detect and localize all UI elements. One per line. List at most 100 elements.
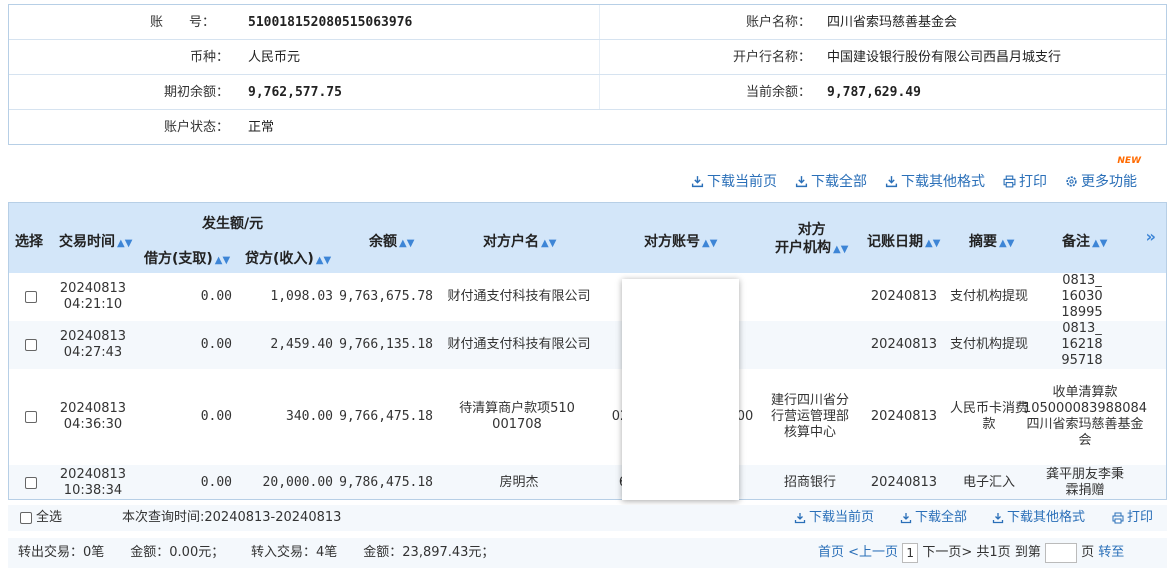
select-all-checkbox[interactable]: 全选 — [20, 505, 62, 531]
header-credit[interactable]: 贷方(收入) ▲▼ — [245, 248, 331, 268]
download-icon — [885, 175, 898, 187]
row-summary: 人民币卡消费款 — [949, 401, 1028, 432]
row-party-name: 房明杰 — [499, 475, 539, 490]
opening-balance-value: 9,762,577.75 — [248, 85, 342, 100]
row-date-text: 20240813 — [59, 329, 127, 344]
header-balance[interactable]: 余额 ▲▼ — [369, 231, 414, 251]
row-checkbox[interactable] — [19, 465, 43, 499]
footer-download-page-button[interactable]: 下载当前页 — [794, 505, 874, 531]
in-summary: 转入交易：4笔 金额：23,897.43元； — [251, 545, 495, 560]
header-party-bank[interactable]: 对方 开户机构 ▲▼ — [775, 221, 848, 259]
prev-page-link[interactable]: <上一页 — [848, 545, 898, 560]
printer-icon — [1003, 175, 1016, 187]
row-note: 0813_1603018995 — [1061, 273, 1103, 320]
first-page-link[interactable]: 首页 — [818, 545, 844, 560]
status-value: 正常 — [248, 120, 275, 135]
header-debit[interactable]: 借方(支取) ▲▼ — [144, 248, 230, 268]
print-label: 打印 — [1019, 174, 1047, 190]
currency-value: 人民币元 — [248, 50, 301, 65]
download-page-button[interactable]: 下载当前页 — [691, 171, 777, 191]
header-party-account[interactable]: 对方账号 ▲▼ — [644, 231, 717, 251]
sort-icon: ▲▼ — [117, 238, 133, 249]
table-row: 20240813 04:36:30 0.00 340.00 9,766,475.1… — [9, 369, 1166, 465]
row-time-text: 04:21:10 — [63, 297, 123, 312]
header-time[interactable]: 交易时间 ▲▼ — [59, 231, 132, 251]
download-other-button[interactable]: 下载其他格式 — [885, 171, 985, 191]
account-name-label: 账户名称： — [745, 15, 811, 30]
expand-columns-icon[interactable]: » — [1146, 227, 1156, 246]
header-party-name-label: 对方户名 — [483, 234, 539, 250]
current-page[interactable]: 1 — [902, 542, 919, 563]
row-party-name: 待清算商户款项510001708 — [459, 401, 575, 432]
row-post-date: 20240813 — [870, 475, 938, 490]
footer-print-button[interactable]: 打印 — [1112, 505, 1153, 531]
row-debit: 0.00 — [200, 409, 232, 424]
row-debit: 0.00 — [200, 289, 232, 304]
row-time-text: 10:38:34 — [63, 483, 123, 498]
footer-download-all-label: 下载全部 — [915, 510, 968, 525]
row-credit: 1,098.03 — [270, 289, 333, 304]
sort-icon: ▲▼ — [315, 255, 332, 266]
download-icon — [992, 513, 1004, 524]
row-date-text: 20240813 — [59, 281, 127, 296]
footer-download-all-button[interactable]: 下载全部 — [900, 505, 967, 531]
header-note-label: 备注 — [1062, 234, 1090, 250]
bank-label: 开户行名称： — [732, 50, 811, 65]
header-credit-label: 贷方(收入) — [245, 251, 314, 267]
row-debit: 0.00 — [200, 475, 232, 490]
download-page-label: 下载当前页 — [707, 174, 777, 190]
row-post-date: 20240813 — [870, 409, 938, 424]
query-time: 本次查询时间:20240813-20240813 — [122, 510, 342, 525]
row-note: 收单清算款105000083988084四川省索玛慈善基金会 — [1022, 385, 1148, 448]
sort-icon: ▲▼ — [399, 238, 415, 249]
printer-icon — [1112, 512, 1124, 524]
table-row: 20240813 04:21:10 0.00 1,098.03 9,763,675… — [9, 273, 1166, 321]
toolbar: 下载当前页 下载全部 下载其他格式 打印 更多功能 — [691, 170, 1137, 192]
table-header: 选择 交易时间 ▲▼ 发生额/元 借方(支取) ▲▼ 贷方(收入) ▲▼ 余额 ▲▼ 对… — [9, 203, 1166, 273]
row-checkbox[interactable] — [19, 321, 43, 369]
row-note: 0813_1621895718 — [1061, 321, 1103, 368]
header-post-date[interactable]: 记账日期 ▲▼ — [867, 231, 940, 251]
row-checkbox[interactable] — [19, 273, 43, 321]
info-row-status: 账户状态： 正常 — [9, 110, 1166, 145]
checkbox-box — [25, 339, 37, 351]
select-all-label: 全选 — [36, 510, 63, 525]
sort-icon: ▲▼ — [541, 238, 557, 249]
redaction-box — [622, 279, 739, 500]
header-amount-group: 发生额/元 — [202, 216, 264, 232]
go-button[interactable]: 转至 — [1098, 545, 1124, 560]
row-note: 龚平朋友李秉霖捐赠 — [1045, 467, 1124, 498]
page-unit: 页 — [1081, 545, 1095, 560]
new-badge: NEW — [1117, 156, 1141, 166]
more-functions-label: 更多功能 — [1081, 174, 1137, 190]
checkbox-box — [25, 411, 37, 423]
header-summary[interactable]: 摘要 ▲▼ — [969, 231, 1014, 251]
footer-download-page-label: 下载当前页 — [809, 510, 875, 525]
account-number-value: 510018152080515063976 — [248, 15, 413, 30]
row-balance: 9,786,475.18 — [339, 475, 433, 490]
row-time: 20240813 04:27:43 — [57, 321, 129, 369]
next-page-link[interactable]: 下一页> — [922, 545, 972, 560]
download-all-button[interactable]: 下载全部 — [795, 171, 867, 191]
header-note[interactable]: 备注 ▲▼ — [1062, 231, 1107, 251]
row-time-text: 04:27:43 — [63, 345, 123, 360]
goto-page-input[interactable] — [1044, 542, 1077, 563]
checkbox-box — [25, 477, 37, 489]
row-time: 20240813 04:21:10 — [57, 273, 129, 321]
currency-label: 币种： — [189, 50, 229, 65]
opening-balance-label: 期初余额： — [163, 85, 229, 100]
print-button[interactable]: 打印 — [1003, 171, 1047, 191]
sort-icon: ▲▼ — [833, 244, 849, 255]
header-post-date-label: 记账日期 — [867, 234, 923, 250]
more-functions-button[interactable]: 更多功能 — [1065, 171, 1137, 191]
header-select: 选择 — [15, 234, 43, 250]
sort-icon: ▲▼ — [925, 238, 941, 249]
current-balance-value: 9,787,629.49 — [827, 85, 921, 100]
checkbox-box — [25, 291, 37, 303]
footer-download-other-button[interactable]: 下载其他格式 — [992, 505, 1085, 531]
row-summary: 电子汇入 — [962, 475, 1015, 490]
header-balance-label: 余额 — [369, 234, 397, 250]
row-checkbox[interactable] — [19, 369, 43, 465]
header-party-name[interactable]: 对方户名 ▲▼ — [483, 231, 556, 251]
download-icon — [691, 175, 704, 187]
